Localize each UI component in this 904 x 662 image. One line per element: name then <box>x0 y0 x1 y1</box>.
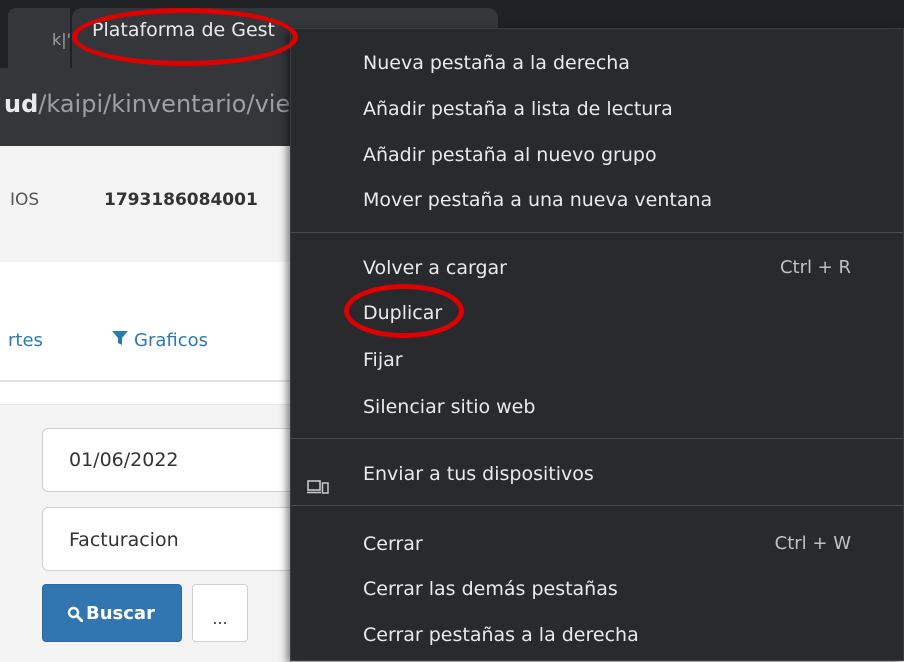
menu-item-add-to-group[interactable]: Añadir pestaña al nuevo grupo <box>363 135 903 175</box>
menu-item-reload[interactable]: Volver a cargar Ctrl + R <box>363 248 903 288</box>
previous-tab-favicon: k|' <box>52 30 72 49</box>
menu-item-label: Nueva pestaña a la derecha <box>363 52 630 74</box>
company-label: IOS <box>10 190 40 210</box>
menu-item-label: Enviar a tus dispositivos <box>363 463 594 485</box>
menu-separator <box>291 438 903 439</box>
menu-item-shortcut: Ctrl + R <box>779 257 851 278</box>
menu-item-label: Cerrar las demás pestañas <box>363 578 618 600</box>
company-ruc: 1793186084001 <box>104 190 258 210</box>
nav-graficos-label: Graficos <box>134 330 209 351</box>
more-options-button[interactable]: ... <box>192 584 248 642</box>
address-bar-url[interactable]: ud/kaipi/kinventario/vie <box>4 90 290 118</box>
annotation-oval-duplicar <box>344 284 464 338</box>
menu-item-close-right[interactable]: Cerrar pestañas a la derecha <box>363 615 903 655</box>
menu-item-label: Cerrar <box>363 533 423 555</box>
menu-item-label: Mover pestaña a una nueva ventana <box>363 189 713 211</box>
filter-icon <box>112 330 128 351</box>
devices-icon <box>307 468 329 508</box>
date-field[interactable]: 01/06/2022 <box>42 428 304 492</box>
nav-divider <box>0 380 300 382</box>
url-host: ud <box>4 90 39 118</box>
menu-item-mute-site[interactable]: Silenciar sitio web <box>363 387 903 427</box>
previous-tab[interactable]: k|' <box>8 8 72 68</box>
menu-item-send-to-devices[interactable]: Enviar a tus dispositivos <box>291 454 903 494</box>
menu-item-label: Volver a cargar <box>363 257 507 279</box>
menu-item-shortcut: Ctrl + W <box>774 533 851 554</box>
menu-item-label: Silenciar sitio web <box>363 396 536 418</box>
menu-item-label: Añadir pestaña al nuevo grupo <box>363 144 657 166</box>
buscar-button[interactable]: Buscar <box>42 584 182 642</box>
menu-item-close[interactable]: Cerrar Ctrl + W <box>363 524 903 564</box>
annotation-oval-tab <box>72 8 298 66</box>
menu-separator <box>291 232 903 233</box>
menu-item-label: Fijar <box>363 349 403 371</box>
tab-context-menu: Nueva pestaña a la derecha Añadir pestañ… <box>290 28 904 661</box>
menu-item-pin[interactable]: Fijar <box>363 340 903 380</box>
modulo-select[interactable]: Facturacion <box>42 507 304 571</box>
menu-item-label: Cerrar pestañas a la derecha <box>363 624 639 646</box>
nav-graficos-link[interactable]: Graficos <box>112 330 208 351</box>
nav-reportes-link[interactable]: rtes <box>8 330 43 351</box>
url-path: /kaipi/kinventario/vie <box>38 90 291 118</box>
buscar-label: Buscar <box>86 603 155 624</box>
menu-item-move-to-window[interactable]: Mover pestaña a una nueva ventana <box>363 180 903 220</box>
menu-item-label: Añadir pestaña a lista de lectura <box>363 98 673 120</box>
search-icon <box>67 606 84 623</box>
menu-item-new-tab-right[interactable]: Nueva pestaña a la derecha <box>363 43 903 83</box>
menu-separator <box>291 505 903 506</box>
menu-item-close-others[interactable]: Cerrar las demás pestañas <box>363 569 903 609</box>
menu-item-add-reading-list[interactable]: Añadir pestaña a lista de lectura <box>363 89 903 129</box>
